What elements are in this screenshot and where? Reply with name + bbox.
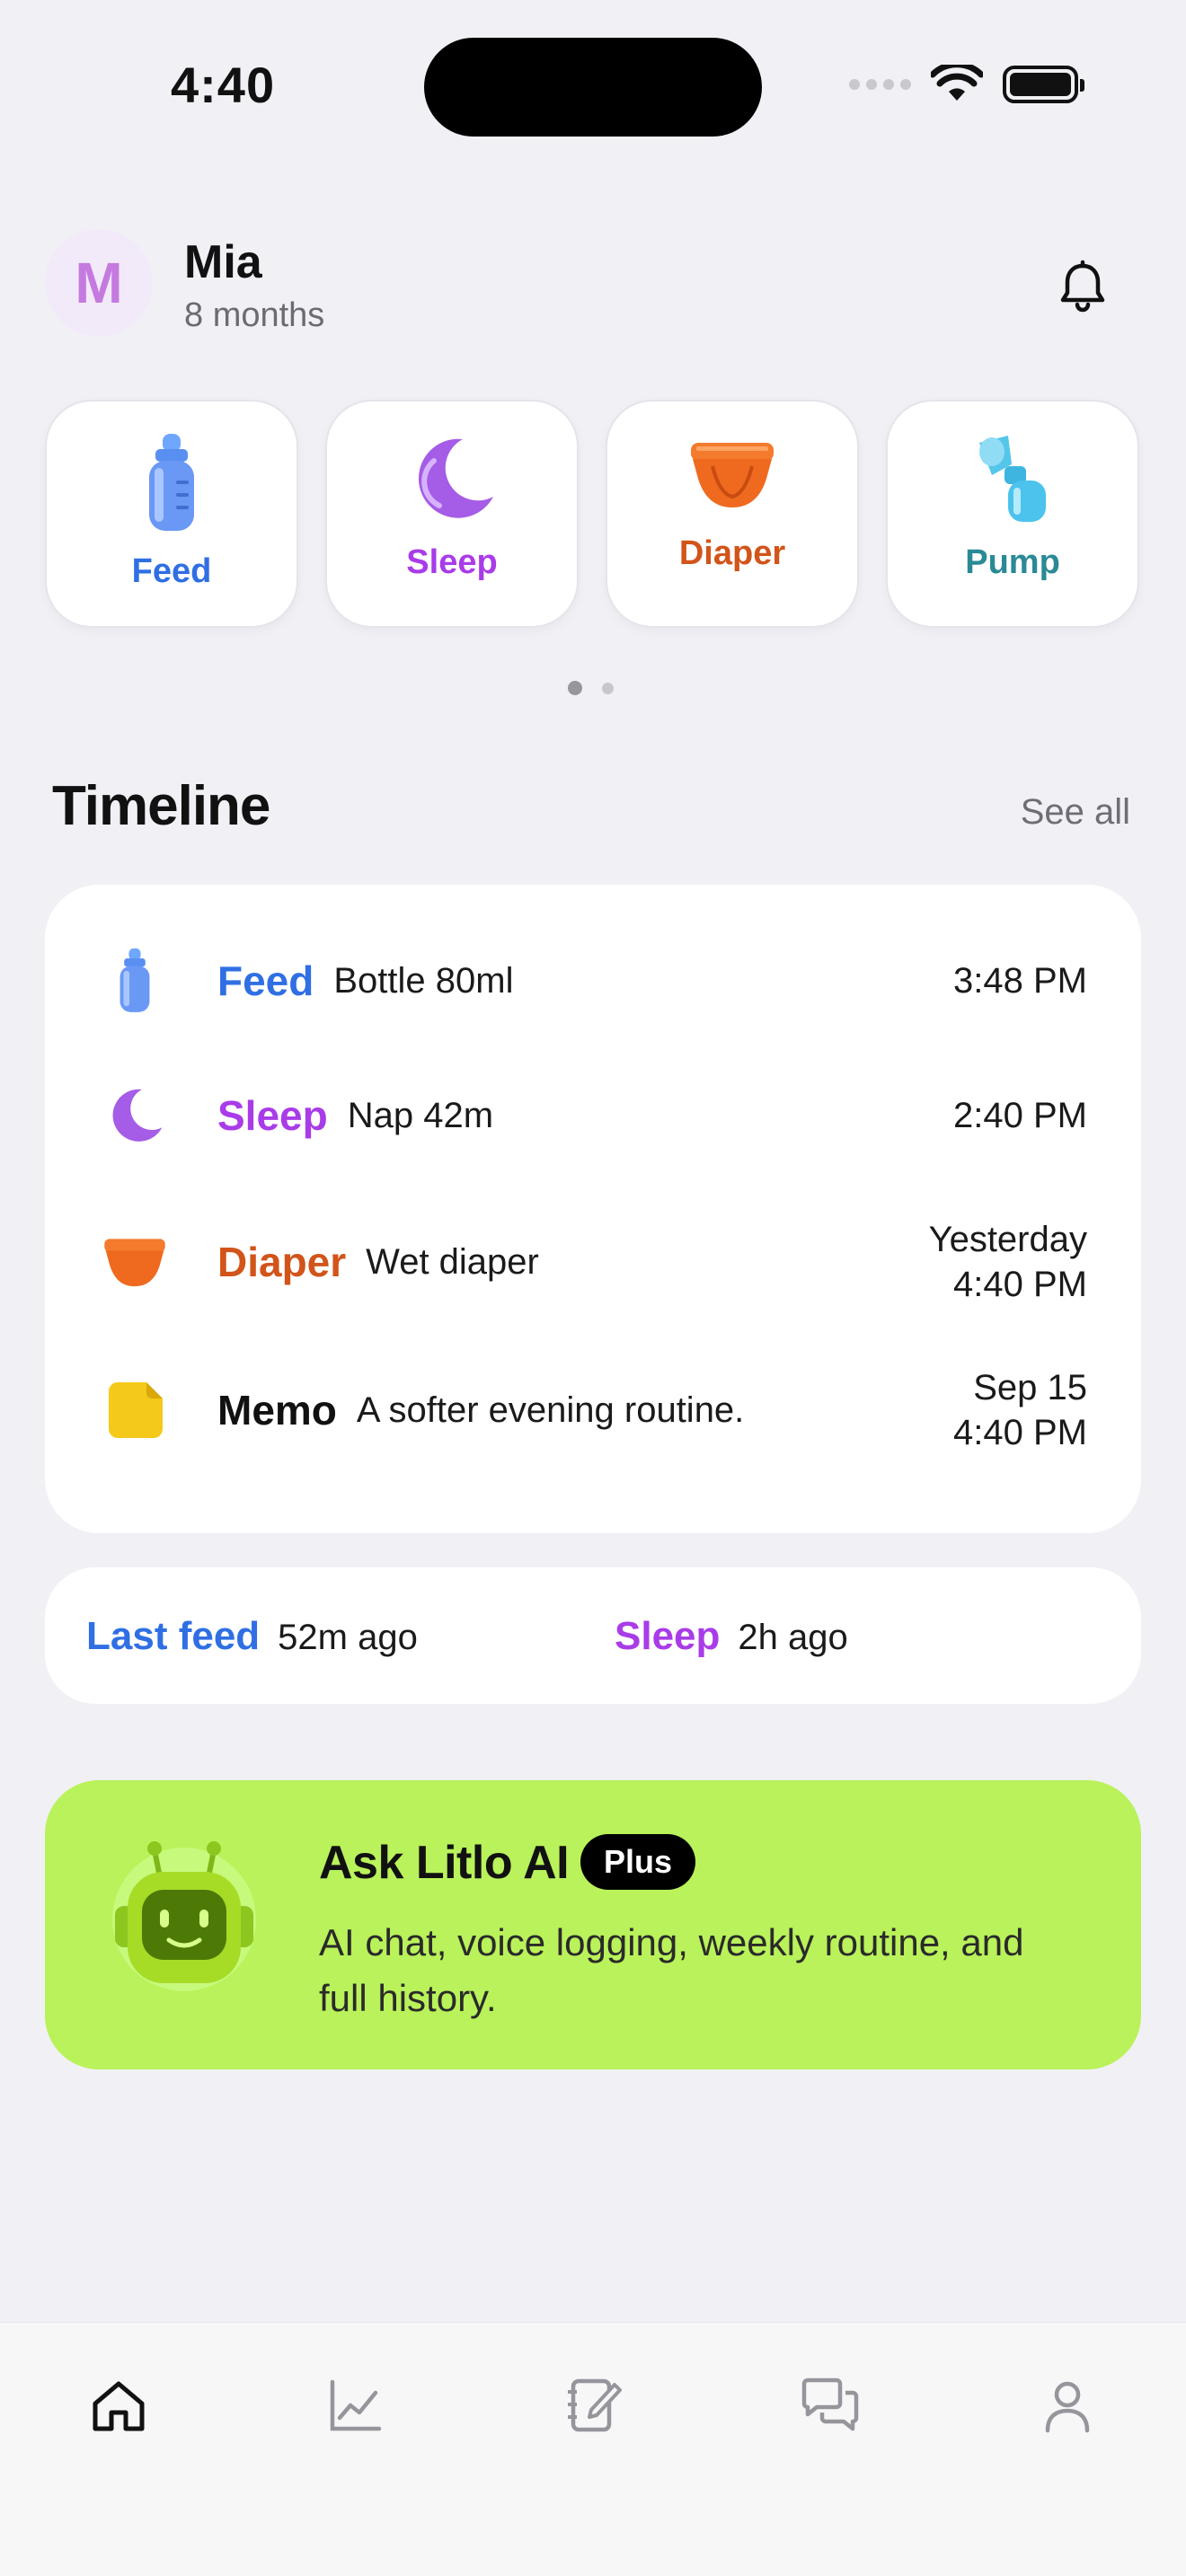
dynamic-island — [424, 38, 762, 137]
timeline-time: Yesterday 4:40 PM — [929, 1217, 1087, 1307]
memo-icon — [99, 1374, 171, 1446]
timeline-time: Sep 15 4:40 PM — [953, 1365, 1087, 1455]
quick-feed-button[interactable]: Feed — [45, 400, 298, 628]
notebook-edit-icon — [568, 2378, 622, 2432]
diaper-icon — [691, 443, 774, 507]
last-feed-value: 52m ago — [278, 1618, 418, 1657]
timeline-type: Diaper — [217, 1239, 347, 1285]
chat-bubbles-icon — [801, 2378, 859, 2431]
sleep-summary: Sleep 2h ago — [615, 1614, 848, 1659]
timeline-time: 3:48 PM — [953, 958, 1087, 1003]
bottle-icon — [99, 945, 171, 1017]
baby-age: 8 months — [184, 296, 325, 334]
last-feed-label: Last feed — [86, 1614, 261, 1658]
ai-card-description: AI chat, voice logging, weekly routine, … — [319, 1921, 1024, 2019]
quick-sleep-label: Sleep — [406, 543, 498, 581]
timeline-detail: Bottle 80ml — [333, 960, 514, 1001]
tab-chat[interactable] — [794, 2369, 866, 2441]
summary-card[interactable]: Last feed 52m ago Sleep 2h ago — [45, 1567, 1141, 1704]
robot-icon — [112, 1841, 256, 1991]
ask-ai-card[interactable]: Ask Litlo AI Plus AI chat, voice logging… — [45, 1780, 1141, 2069]
status-time: 4:40 — [171, 57, 276, 113]
timeline-time-line2: 4:40 PM — [953, 1413, 1087, 1452]
tab-journal[interactable] — [557, 2369, 629, 2441]
see-all-link[interactable]: See all — [1021, 792, 1130, 833]
battery-icon — [1003, 66, 1084, 103]
wifi-icon — [931, 65, 983, 101]
sleep-value: 2h ago — [738, 1618, 848, 1657]
timeline-time-line1: Yesterday — [928, 1220, 1087, 1259]
tab-home[interactable] — [83, 2369, 155, 2441]
tab-stats[interactable] — [320, 2369, 392, 2441]
timeline-row-feed[interactable]: Feed Bottle 80ml 3:48 PM — [99, 940, 1087, 1021]
baby-name[interactable]: Mia — [184, 235, 262, 289]
last-feed-summary: Last feed 52m ago — [86, 1614, 418, 1659]
home-icon — [93, 2381, 145, 2431]
tab-bar — [0, 2322, 1186, 2576]
timeline-type: Sleep — [217, 1092, 328, 1139]
avatar-initial: M — [75, 251, 123, 315]
status-indicators — [849, 65, 1084, 104]
quick-pump-label: Pump — [965, 543, 1060, 581]
timeline-row-memo[interactable]: Memo A softer evening routine. Sep 15 4:… — [99, 1361, 1087, 1460]
timeline-time-line1: 2:40 PM — [953, 1096, 1087, 1135]
moon-icon — [418, 438, 493, 518]
timeline-detail: Wet diaper — [366, 1241, 539, 1282]
quick-diaper-label: Diaper — [678, 534, 786, 572]
breast-pump-icon — [979, 436, 1046, 522]
timeline-type: Feed — [217, 957, 314, 1004]
timeline-title: Timeline — [52, 775, 270, 837]
quick-feed-label: Feed — [131, 552, 212, 590]
bell-icon[interactable] — [1051, 257, 1114, 320]
bottle-icon — [149, 434, 194, 531]
quick-pump-button[interactable]: Pump — [886, 400, 1139, 628]
page-indicator[interactable] — [568, 681, 614, 695]
quick-diaper-button[interactable]: Diaper — [606, 400, 859, 628]
timeline-time-line1: Sep 15 — [973, 1368, 1087, 1407]
plus-badge: Plus — [580, 1834, 696, 1890]
timeline-card: Feed Bottle 80ml 3:48 PM Sleep Nap 42m 2… — [45, 885, 1141, 1533]
quick-sleep-button[interactable]: Sleep — [325, 400, 579, 628]
sleep-label: Sleep — [615, 1614, 721, 1658]
moon-icon — [99, 1080, 171, 1151]
timeline-row-sleep[interactable]: Sleep Nap 42m 2:40 PM — [99, 1075, 1087, 1156]
timeline-time-line2: 4:40 PM — [953, 1265, 1087, 1304]
tab-profile[interactable] — [1031, 2369, 1103, 2441]
cellular-signal-icon — [849, 79, 911, 90]
timeline-detail: A softer evening routine. — [356, 1389, 745, 1430]
timeline-time-line1: 3:48 PM — [953, 961, 1087, 1001]
timeline-row-diaper[interactable]: Diaper Wet diaper Yesterday 4:40 PM — [99, 1213, 1087, 1311]
diaper-icon — [99, 1226, 171, 1298]
person-icon — [1045, 2381, 1090, 2433]
avatar[interactable]: M — [45, 229, 153, 337]
timeline-time: 2:40 PM — [953, 1093, 1087, 1138]
timeline-type: Memo — [217, 1387, 337, 1434]
quick-actions: Feed Sleep Diaper Pump — [45, 400, 1139, 628]
chart-icon — [330, 2379, 382, 2431]
timeline-detail: Nap 42m — [347, 1095, 494, 1135]
ai-card-title: Ask Litlo AI — [319, 1837, 570, 1889]
